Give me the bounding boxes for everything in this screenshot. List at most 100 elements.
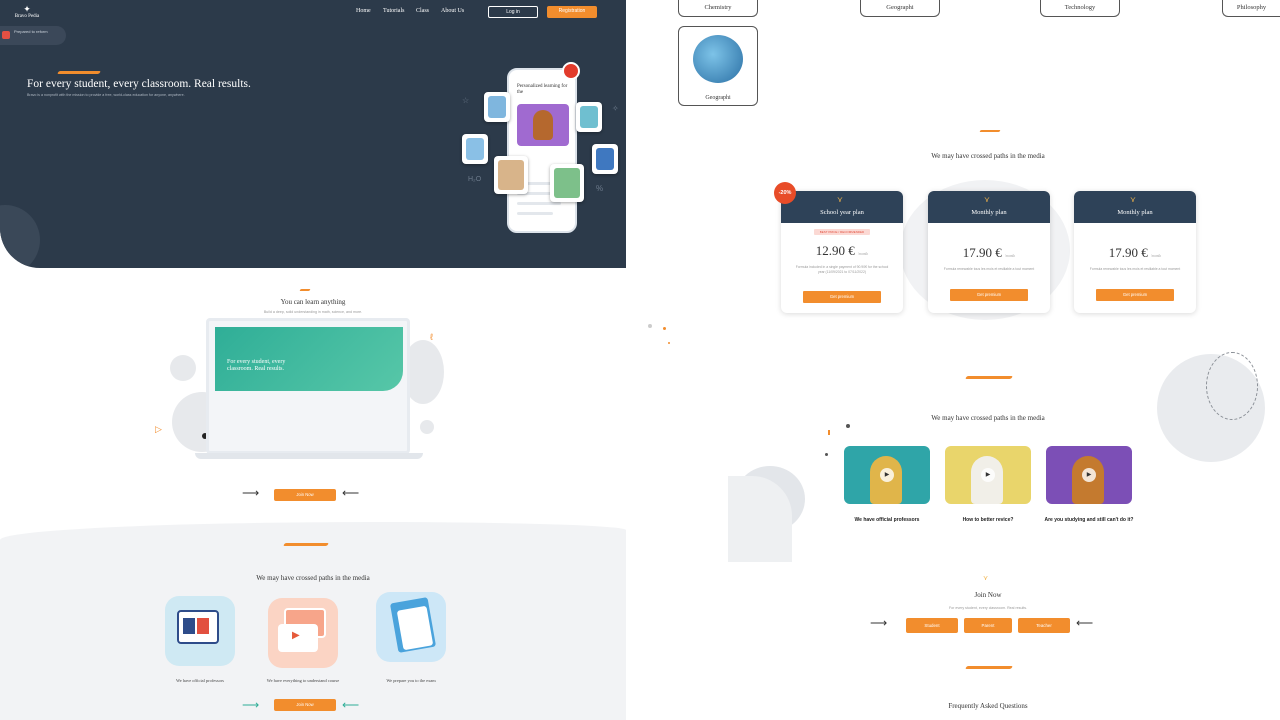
student-button[interactable]: Student — [906, 618, 958, 633]
plan-card: ⋎ School year plan BEST PRICE / RECOMMEND… — [781, 191, 903, 313]
arrow-right-icon: ⟶ — [242, 698, 260, 712]
plan-icon: ⋎ — [1130, 195, 1136, 204]
feature-label: We have everything to understand course — [266, 678, 340, 683]
get-premium-button[interactable]: Get premium — [1096, 289, 1174, 301]
logo[interactable]: ✦ Bravo Pedia — [10, 4, 44, 22]
plan-icon: ⋎ — [984, 195, 990, 204]
triangle-icon: ▷ — [155, 424, 162, 434]
registration-button[interactable]: Registration — [547, 6, 597, 18]
dashed-circle — [1206, 352, 1258, 420]
video-label: Are you studying and still can't do it? — [1044, 517, 1134, 523]
percent-icon: % — [596, 184, 604, 193]
plan-price: 17.90 € /month — [962, 245, 1016, 260]
plan-card: ⋎ Monthly plan 17.90 € /month Formula ren… — [928, 191, 1050, 313]
play-icon: ▶ — [1082, 468, 1096, 482]
learn-subtitle: Build a deep, solid understanding in mat… — [263, 310, 363, 314]
plan-description: Formula renewable tous les mois et resil… — [1089, 267, 1181, 271]
category-technology[interactable]: Technology — [1040, 0, 1120, 17]
course-tile — [592, 144, 618, 174]
join-now-button[interactable]: Join Now — [274, 489, 336, 501]
plan-description: Formula renewable tous les mois et resil… — [943, 267, 1035, 271]
pricing-title: We may have crossed paths in the media — [931, 152, 1045, 160]
swirl-icon: ℓ — [430, 332, 433, 342]
notification-badge — [562, 62, 580, 80]
discount-badge: -20% — [774, 182, 796, 204]
play-icon: ▶ — [880, 468, 894, 482]
globe-icon — [693, 35, 743, 83]
get-premium-button[interactable]: Get premium — [803, 291, 881, 303]
join-title: Join Now — [974, 591, 1002, 599]
flag-icon — [2, 31, 10, 39]
sparkle-icon: ✧ — [612, 104, 619, 113]
plan-price: 17.90 € /month — [1108, 245, 1162, 260]
laptop-screen: For every student, every classroom. Real… — [215, 327, 403, 391]
arrow-right-icon: ⟶ — [870, 616, 888, 630]
dot-decoration — [663, 327, 666, 330]
teacher-button[interactable]: Teacher — [1018, 618, 1070, 633]
feature-label: We prepare you to the exam — [386, 678, 436, 683]
laptop-base — [195, 453, 423, 459]
plan-description: Formula included in a single payment of … — [795, 265, 889, 274]
video-label: How to better revice? — [962, 517, 1014, 523]
dot-decoration — [846, 424, 850, 428]
get-premium-button[interactable]: Get premium — [950, 289, 1028, 301]
squiggle-decoration — [965, 666, 1013, 669]
media-title: We may have crossed paths in the media — [256, 574, 370, 582]
plan-card: ⋎ Monthly plan 17.90 € /month Formula ren… — [1074, 191, 1196, 313]
star-icon: ☆ — [462, 96, 470, 105]
category-geographi[interactable]: Geographi — [860, 0, 940, 17]
join-now-button[interactable]: Join Now — [274, 699, 336, 711]
dot-decoration — [648, 324, 652, 328]
parent-button[interactable]: Parent — [964, 618, 1012, 633]
course-tile — [462, 134, 488, 164]
decorative-circle — [0, 205, 40, 268]
course-tile — [576, 102, 602, 132]
join-subtitle: For every student, every classroom. Real… — [948, 606, 1028, 610]
category-philosophy[interactable]: Philosophy — [1222, 0, 1280, 17]
squiggle-decoration — [979, 130, 1001, 132]
nav-home[interactable]: Home — [356, 8, 371, 14]
learn-title: You can learn anything — [280, 298, 346, 306]
squiggle-decoration — [299, 289, 311, 291]
formula-icon: H₂O — [468, 176, 482, 183]
media-title: We may have crossed paths in the media — [931, 414, 1045, 422]
teacher-image — [517, 104, 569, 146]
logo-icon: ✦ — [23, 4, 31, 14]
category-chemistry[interactable]: Chemistry — [678, 0, 758, 17]
course-tile — [494, 156, 528, 194]
video-thumbnail[interactable]: ▶ — [1046, 446, 1132, 504]
hero-subtitle: Bravo is a nonprofit with the mission to… — [27, 93, 185, 97]
squiggle-decoration — [283, 543, 329, 546]
professor-icon — [165, 596, 235, 666]
hero-title: For every student, every classroom. Real… — [27, 78, 251, 90]
phone-mockup: Personalized learning for the — [507, 68, 577, 233]
laptop-mockup: For every student, every classroom. Real… — [195, 318, 423, 459]
video-thumbnail[interactable]: ▶ — [945, 446, 1031, 504]
course-tile — [484, 92, 510, 122]
nav-class[interactable]: Class — [416, 8, 429, 14]
nav-about-us[interactable]: About Us — [441, 8, 464, 14]
video-course-icon: ▶ — [268, 598, 338, 668]
plan-icon: ⋎ — [983, 575, 989, 582]
nav-tutorials[interactable]: Tutorials — [383, 8, 404, 14]
dot-decoration — [828, 430, 830, 435]
dot-decoration — [668, 342, 670, 344]
feature-label: We have official professors — [176, 678, 224, 683]
login-button[interactable]: Log in — [488, 6, 538, 18]
category-card-geographi[interactable]: Geographi — [678, 26, 758, 106]
play-icon: ▶ — [981, 468, 995, 482]
video-thumbnail[interactable]: ▶ — [844, 446, 930, 504]
decorative-circle — [170, 355, 196, 381]
recommended-tag: BEST PRICE / RECOMMENDED — [814, 229, 870, 235]
decorative-circle — [420, 420, 434, 434]
hero-section: ✦ Bravo Pedia Home Tutorials Class About… — [0, 0, 626, 268]
plan-icon: ⋎ — [837, 195, 843, 204]
video-label: We have official professors — [854, 517, 920, 523]
squiggle-decoration — [965, 376, 1013, 379]
faq-title: Frequently Asked Questions — [948, 702, 1028, 710]
exam-doc-icon — [376, 592, 446, 662]
arrow-right-icon: ⟶ — [242, 486, 260, 500]
plan-price: 12.90 € /month — [815, 243, 869, 258]
course-tile — [550, 164, 584, 202]
prepared-pill[interactable]: Prepared to reform — [0, 26, 66, 45]
